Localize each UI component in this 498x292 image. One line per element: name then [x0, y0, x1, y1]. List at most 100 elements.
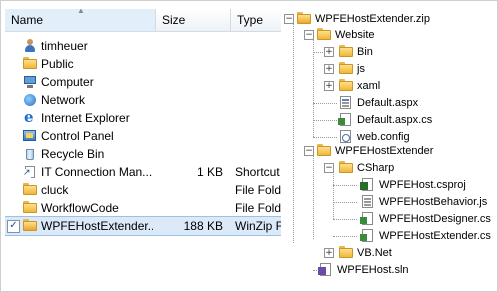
internet-explorer-icon [23, 108, 37, 126]
file-row-network[interactable]: Network [5, 91, 281, 109]
file-type: File Folder [235, 201, 281, 215]
folder-icon [339, 246, 353, 258]
tree-item-label: Bin [357, 46, 373, 58]
tree-item-label: WPFEHostExtender.cs [379, 230, 491, 242]
window-frame: ▲ Name Size Type timheuer Public Compute… [0, 0, 498, 292]
tree-item-label: WPFEHostBehavior.js [379, 196, 488, 208]
tree-item-label: Website [335, 29, 375, 41]
file-row-computer[interactable]: Computer [5, 73, 281, 91]
file-name: IT Connection Man... [41, 165, 153, 179]
folder-icon [339, 161, 353, 173]
shortcut-icon [23, 165, 37, 179]
tree-line [313, 120, 337, 121]
row-checkbox[interactable]: ✓ [7, 220, 20, 233]
javascript-file-icon [362, 195, 373, 208]
solution-file-icon [318, 263, 331, 276]
computer-icon [23, 75, 37, 89]
file-row-internet-explorer[interactable]: Internet Explorer [5, 108, 281, 127]
file-row-control-panel[interactable]: Control Panel [5, 127, 281, 145]
csharp-file-icon [338, 113, 351, 126]
tree-item-label: WPFEHost.csproj [379, 179, 466, 191]
file-list-pane: ▲ Name Size Type timheuer Public Compute… [5, 9, 281, 283]
user-folder-icon [23, 39, 37, 53]
file-name: WPFEHostExtender.... [41, 219, 153, 233]
tree-item-label: Default.aspx [357, 97, 419, 109]
file-name: timheuer [41, 39, 88, 53]
file-name: Control Panel [41, 129, 114, 143]
file-name: Public [41, 57, 74, 71]
folder-icon [23, 183, 37, 195]
folder-icon [339, 79, 353, 91]
file-row-recycle-bin[interactable]: Recycle Bin [5, 145, 281, 163]
column-header-name-label: Name [11, 13, 44, 27]
tree-item-label: Default.aspx.cs [357, 114, 433, 126]
file-name: Recycle Bin [41, 147, 105, 161]
folder-icon [339, 62, 353, 74]
tree-line [333, 236, 357, 237]
tree-item-label: CSharp [357, 162, 395, 174]
column-header-size-label: Size [162, 13, 186, 27]
file-name: Network [41, 93, 86, 107]
csproj-file-icon [360, 178, 373, 191]
tree-item-label: xaml [357, 80, 381, 92]
tree-item-label: WPFEHostExtender [335, 145, 434, 157]
column-header-name[interactable]: ▲ Name [5, 9, 156, 31]
tree-item-label: js [357, 63, 365, 75]
zip-folder-icon [297, 12, 311, 24]
folder-icon [23, 201, 37, 213]
csharp-file-icon [360, 229, 373, 242]
file-row-timheuer[interactable]: timheuer [5, 37, 281, 55]
folder-icon [317, 28, 331, 40]
file-size: 1 KB [196, 165, 223, 179]
control-panel-icon [23, 129, 37, 143]
tree-item-label: WPFEHostDesigner.cs [379, 213, 491, 225]
recycle-bin-icon [23, 147, 37, 161]
expand-icon[interactable]: + [324, 64, 334, 74]
file-name: Internet Explorer [41, 111, 130, 125]
file-type: File Folder [235, 183, 281, 197]
column-header-size[interactable]: Size [156, 9, 231, 31]
csharp-file-icon [360, 212, 373, 225]
expand-icon[interactable]: + [324, 248, 334, 258]
zip-folder-icon [23, 219, 37, 231]
file-name: Computer [41, 75, 94, 89]
zip-tree-pane: − WPFEHostExtender.zip − Website + Bin +… [283, 9, 495, 283]
collapse-icon[interactable]: − [304, 146, 314, 156]
tree-line [313, 149, 314, 239]
aspx-file-icon [340, 96, 351, 109]
column-header-type[interactable]: Type [231, 9, 281, 31]
file-name: cluck [41, 183, 69, 197]
folder-icon [23, 57, 37, 69]
tree-line [333, 219, 357, 220]
file-row-workflowcode[interactable]: WorkflowCode File Folder [5, 199, 281, 217]
file-type: WinZip File [235, 219, 281, 233]
tree-line [313, 137, 337, 138]
tree-line [313, 103, 337, 104]
folder-icon [317, 144, 331, 156]
network-icon [23, 93, 37, 107]
file-row-it-connection[interactable]: IT Connection Man... 1 KB Shortcut [5, 163, 281, 181]
tree-item-label: WPFEHostExtender.zip [315, 13, 430, 25]
file-row-cluck[interactable]: cluck File Folder [5, 181, 281, 199]
tree-line [333, 202, 357, 203]
file-type: Shortcut [235, 165, 280, 179]
sort-ascending-icon: ▲ [77, 9, 85, 15]
file-row-public[interactable]: Public [5, 55, 281, 73]
file-list: timheuer Public Computer Network Interne… [5, 37, 281, 236]
collapse-icon[interactable]: − [284, 14, 294, 24]
config-file-icon [340, 130, 351, 143]
file-row-wpfehostextender[interactable]: ✓ WPFEHostExtender.... 188 KB WinZip Fil… [5, 216, 281, 236]
file-size: 188 KB [183, 219, 223, 233]
tree-item-label: VB.Net [357, 247, 392, 259]
folder-icon [339, 45, 353, 57]
column-header-type-label: Type [237, 13, 264, 27]
expand-icon[interactable]: + [324, 81, 334, 91]
collapse-icon[interactable]: − [324, 163, 334, 173]
file-name: WorkflowCode [41, 201, 119, 215]
tree-line [333, 185, 357, 186]
expand-icon[interactable]: + [324, 47, 334, 57]
tree-line [293, 23, 294, 243]
tree-item-label: WPFEHost.sln [337, 264, 409, 276]
collapse-icon[interactable]: − [304, 30, 314, 40]
column-header-bar: ▲ Name Size Type [5, 9, 281, 32]
